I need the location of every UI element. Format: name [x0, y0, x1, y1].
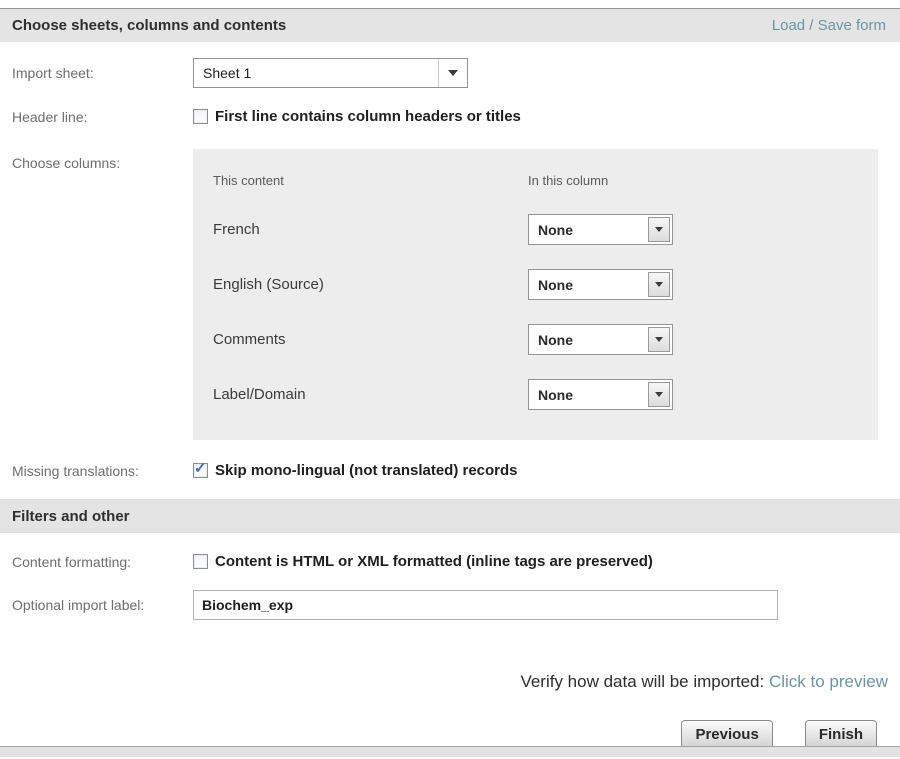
- bottom-divider-bar: [0, 746, 900, 757]
- import-sheet-value: Sheet 1: [194, 59, 438, 87]
- missing-translations-checkline: ✓ Skip mono-lingual (not translated) rec…: [193, 462, 518, 479]
- mapping-column-value: None: [529, 380, 646, 409]
- import-sheet-row: Import sheet: Sheet 1: [0, 58, 900, 88]
- html-xml-formatted-checkbox-label[interactable]: Content is HTML or XML formatted (inline…: [215, 553, 653, 570]
- load-save-form-link[interactable]: Load / Save form: [772, 17, 886, 34]
- mapping-row-label-domain: Label/Domain None: [213, 367, 858, 422]
- mapping-dropdown-button[interactable]: [648, 272, 670, 297]
- mapping-row-english-source: English (Source) None: [213, 257, 858, 312]
- mapping-content-label: French: [213, 221, 528, 238]
- mapping-dropdown-button[interactable]: [648, 382, 670, 407]
- header-line-label: Header line:: [0, 109, 193, 125]
- optional-import-label-label: Optional import label:: [0, 597, 193, 613]
- chevron-down-icon: [448, 70, 458, 76]
- section-title-choose: Choose sheets, columns and contents: [12, 17, 286, 34]
- mapping-column-select-french[interactable]: None: [528, 214, 673, 245]
- chevron-down-icon: [655, 227, 663, 232]
- header-line-checkline: ✓ First line contains column headers or …: [193, 108, 521, 125]
- skip-monolingual-checkbox-label[interactable]: Skip mono-lingual (not translated) recor…: [215, 462, 518, 479]
- optional-import-label-input[interactable]: [193, 590, 778, 620]
- mapping-column-value: None: [529, 215, 646, 244]
- this-content-header: This content: [213, 173, 528, 188]
- optional-import-label-row: Optional import label:: [0, 590, 900, 620]
- html-xml-formatted-checkbox[interactable]: ✓: [193, 554, 208, 569]
- import-sheet-select[interactable]: Sheet 1: [193, 58, 468, 88]
- mapping-content-label: Label/Domain: [213, 386, 528, 403]
- missing-translations-row: Missing translations: ✓ Skip mono-lingua…: [0, 462, 900, 479]
- header-line-checkbox-label[interactable]: First line contains column headers or ti…: [215, 108, 521, 125]
- mapping-column-select-comments[interactable]: None: [528, 324, 673, 355]
- click-to-preview-link[interactable]: Click to preview: [769, 672, 888, 691]
- mapping-row-comments: Comments None: [213, 312, 858, 367]
- chevron-down-icon: [655, 392, 663, 397]
- content-formatting-checkline: ✓ Content is HTML or XML formatted (inli…: [193, 553, 653, 570]
- check-icon: ✓: [194, 461, 207, 476]
- mapping-dropdown-button[interactable]: [648, 327, 670, 352]
- mapping-content-label: English (Source): [213, 276, 528, 293]
- finish-button[interactable]: Finish: [805, 720, 877, 748]
- header-line-row: Header line: ✓ First line contains colum…: [0, 108, 900, 125]
- columns-mapping-panel: This content In this column French None …: [193, 149, 878, 440]
- previous-button[interactable]: Previous: [681, 720, 772, 748]
- chevron-down-icon: [655, 282, 663, 287]
- mapping-content-label: Comments: [213, 331, 528, 348]
- mapping-column-select-english[interactable]: None: [528, 269, 673, 300]
- section-header-filters: Filters and other: [0, 499, 900, 533]
- skip-monolingual-checkbox[interactable]: ✓: [193, 463, 208, 478]
- content-formatting-label: Content formatting:: [0, 554, 193, 570]
- verify-text: Verify how data will be imported:: [520, 672, 769, 691]
- button-row: Previous Finish: [0, 720, 900, 748]
- header-line-checkbox[interactable]: ✓: [193, 109, 208, 124]
- mapping-column-value: None: [529, 270, 646, 299]
- section-header-choose: Choose sheets, columns and contents Load…: [0, 8, 900, 42]
- top-spacer: [0, 0, 900, 8]
- choose-columns-row: Choose columns: This content In this col…: [0, 149, 900, 440]
- content-formatting-row: Content formatting: ✓ Content is HTML or…: [0, 553, 900, 570]
- choose-columns-label: Choose columns:: [0, 149, 193, 171]
- import-sheet-label: Import sheet:: [0, 65, 193, 81]
- mapping-column-value: None: [529, 325, 646, 354]
- mapping-column-select-label-domain[interactable]: None: [528, 379, 673, 410]
- columns-panel-headers: This content In this column: [213, 173, 858, 188]
- in-this-column-header: In this column: [528, 173, 608, 188]
- import-wizard-page: Choose sheets, columns and contents Load…: [0, 0, 900, 759]
- missing-translations-label: Missing translations:: [0, 463, 193, 479]
- section-title-filters: Filters and other: [12, 508, 130, 525]
- chevron-down-icon: [655, 337, 663, 342]
- mapping-row-french: French None: [213, 202, 858, 257]
- verify-line: Verify how data will be imported: Click …: [0, 672, 900, 692]
- mapping-dropdown-button[interactable]: [648, 217, 670, 242]
- import-sheet-dropdown-button[interactable]: [438, 59, 467, 87]
